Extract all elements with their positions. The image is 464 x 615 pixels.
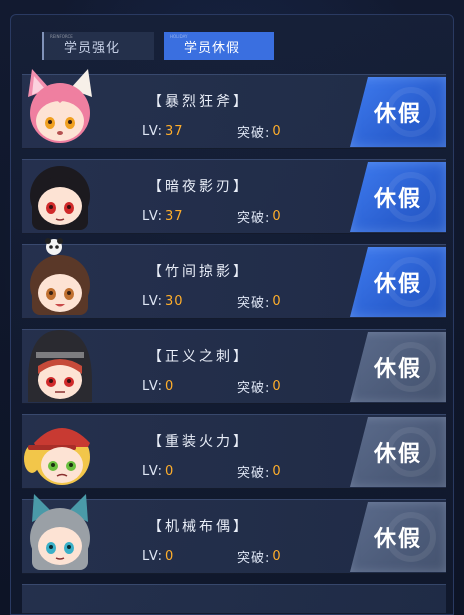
student-name: 【暗夜影刃】 bbox=[148, 179, 250, 195]
level-stat: LV: 0 bbox=[142, 462, 237, 481]
breakthrough-label: 突破: bbox=[237, 551, 271, 566]
vacation-button[interactable]: 休假 bbox=[350, 77, 446, 147]
vacation-button[interactable]: 休假 bbox=[350, 332, 446, 402]
breakthrough-stat: 突破: 0 bbox=[237, 377, 282, 396]
level-value: 0 bbox=[165, 549, 175, 564]
vacation-button[interactable]: 休假 bbox=[350, 502, 446, 572]
student-row: 【机械布偶】 LV: 0 突破: 0 休假 bbox=[22, 494, 446, 574]
cat-ear-silver-hair-girl-icon bbox=[30, 494, 90, 570]
student-stats: LV: 37 突破: 0 bbox=[142, 207, 282, 226]
level-label: LV: bbox=[142, 294, 164, 309]
student-stats: LV: 0 突破: 0 bbox=[142, 462, 282, 481]
level-value: 37 bbox=[165, 209, 184, 224]
student-row: 【正义之刺】 LV: 0 突破: 0 休假 bbox=[22, 329, 446, 404]
breakthrough-value: 0 bbox=[272, 209, 282, 224]
breakthrough-stat: 突破: 0 bbox=[237, 122, 282, 141]
hooded-red-hair-girl-icon bbox=[28, 330, 92, 402]
panda-hat-brown-hair-girl-icon bbox=[30, 238, 90, 315]
breakthrough-label: 突破: bbox=[237, 381, 271, 396]
breakthrough-label: 突破: bbox=[237, 211, 271, 226]
student-stats: LV: 0 突破: 0 bbox=[142, 377, 282, 396]
level-label: LV: bbox=[142, 549, 164, 564]
level-value: 37 bbox=[165, 124, 184, 139]
level-label: LV: bbox=[142, 379, 164, 394]
vacation-button-label: 休假 bbox=[373, 357, 422, 382]
vacation-button-label: 休假 bbox=[373, 102, 422, 127]
level-stat: LV: 0 bbox=[142, 547, 237, 566]
tab-student-enhance[interactable]: REINFORCE 学员强化 bbox=[42, 32, 154, 60]
tab-bar: REINFORCE 学员强化 HOLIDAY 学员休假 bbox=[42, 32, 274, 60]
vacation-button-label: 休假 bbox=[373, 527, 422, 552]
breakthrough-value: 0 bbox=[272, 124, 282, 139]
level-value: 0 bbox=[165, 464, 175, 479]
tab-label: 学员强化 bbox=[64, 40, 121, 56]
breakthrough-stat: 突破: 0 bbox=[237, 292, 282, 311]
breakthrough-label: 突破: bbox=[237, 296, 271, 311]
level-value: 0 bbox=[165, 379, 175, 394]
student-list[interactable]: 【暴烈狂斧】 LV: 37 突破: 0 休假 【暗夜影刃】 LV: 37 突破:… bbox=[22, 69, 446, 615]
vacation-button[interactable]: 休假 bbox=[350, 162, 446, 232]
student-stats: LV: 37 突破: 0 bbox=[142, 122, 282, 141]
breakthrough-value: 0 bbox=[272, 549, 282, 564]
vacation-button[interactable]: 休假 bbox=[350, 247, 446, 317]
breakthrough-value: 0 bbox=[272, 294, 282, 309]
student-row: 【暴烈狂斧】 LV: 37 突破: 0 休假 bbox=[22, 69, 446, 149]
black-hair-red-eye-girl-icon bbox=[30, 166, 90, 230]
breakthrough-stat: 突破: 0 bbox=[237, 547, 282, 566]
tab-tag: HOLIDAY bbox=[170, 34, 188, 39]
vacation-button-label: 休假 bbox=[373, 187, 422, 212]
student-row: 【暗夜影刃】 LV: 37 突破: 0 休假 bbox=[22, 159, 446, 234]
student-row: 【竹间掠影】 LV: 30 突破: 0 休假 bbox=[22, 238, 446, 319]
student-name: 【机械布偶】 bbox=[148, 519, 250, 535]
breakthrough-label: 突破: bbox=[237, 466, 271, 481]
level-label: LV: bbox=[142, 124, 164, 139]
level-stat: LV: 30 bbox=[142, 292, 237, 311]
student-row-partial bbox=[22, 584, 446, 614]
level-label: LV: bbox=[142, 209, 164, 224]
tab-tag: REINFORCE bbox=[50, 34, 73, 39]
tab-student-vacation[interactable]: HOLIDAY 学员休假 bbox=[164, 32, 274, 60]
student-name: 【暴烈狂斧】 bbox=[148, 94, 250, 110]
student-name: 【正义之刺】 bbox=[148, 349, 250, 365]
fox-ear-pink-hair-girl-icon bbox=[28, 69, 92, 143]
tab-label: 学员休假 bbox=[184, 40, 241, 56]
level-stat: LV: 37 bbox=[142, 207, 237, 226]
level-label: LV: bbox=[142, 464, 164, 479]
level-stat: LV: 37 bbox=[142, 122, 237, 141]
student-row: 【重装火力】 LV: 0 突破: 0 休假 bbox=[22, 414, 446, 489]
student-stats: LV: 0 突破: 0 bbox=[142, 547, 282, 566]
vacation-button-label: 休假 bbox=[373, 272, 422, 297]
vacation-button-label: 休假 bbox=[373, 442, 422, 467]
cap-blonde-girl-icon bbox=[24, 428, 90, 485]
student-stats: LV: 30 突破: 0 bbox=[142, 292, 282, 311]
breakthrough-label: 突破: bbox=[237, 126, 271, 141]
level-stat: LV: 0 bbox=[142, 377, 237, 396]
breakthrough-value: 0 bbox=[272, 379, 282, 394]
level-value: 30 bbox=[165, 294, 184, 309]
student-name: 【竹间掠影】 bbox=[148, 264, 250, 280]
vacation-button[interactable]: 休假 bbox=[350, 417, 446, 487]
breakthrough-stat: 突破: 0 bbox=[237, 207, 282, 226]
breakthrough-value: 0 bbox=[272, 464, 282, 479]
student-name: 【重装火力】 bbox=[148, 434, 250, 450]
breakthrough-stat: 突破: 0 bbox=[237, 462, 282, 481]
